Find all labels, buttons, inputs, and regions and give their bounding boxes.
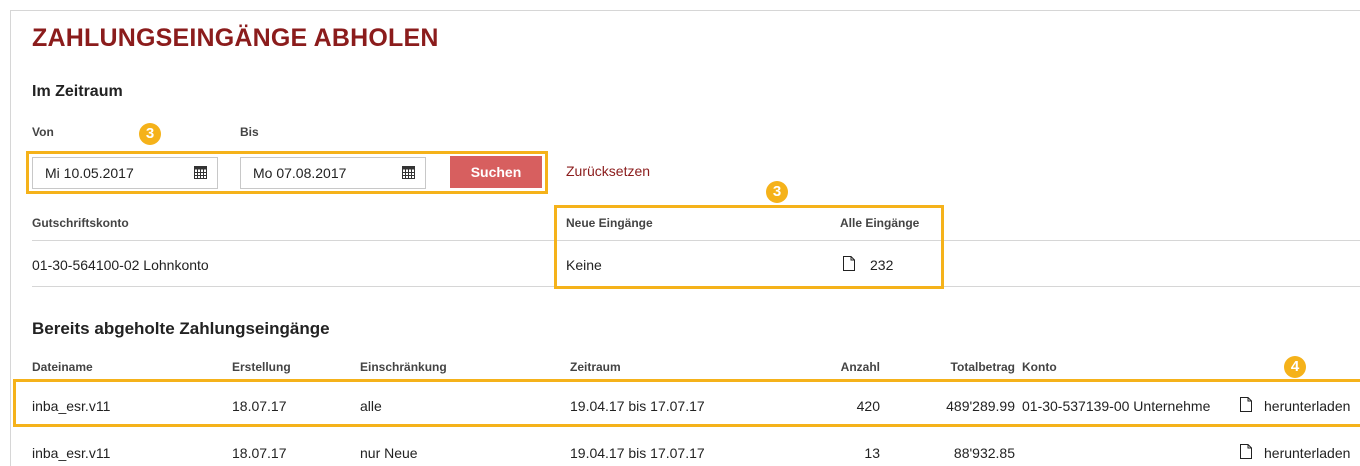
row-filename: inba_esr.v11 — [32, 445, 111, 461]
to-label: Bis — [240, 125, 259, 139]
header-filename: Dateiname — [32, 360, 93, 374]
header-created: Erstellung — [232, 360, 291, 374]
fetched-section-title: Bereits abgeholte Zahlungseingänge — [32, 319, 330, 338]
row-restriction: nur Neue — [360, 445, 418, 461]
left-divider — [10, 10, 11, 466]
header-account: Gutschriftskonto — [32, 216, 129, 230]
top-divider — [10, 10, 1360, 11]
row-period: 19.04.17 bis 17.07.17 — [570, 445, 705, 461]
row-created: 18.07.17 — [232, 445, 287, 461]
row-count: 13 — [864, 445, 880, 461]
header-period: Zeitraum — [570, 360, 621, 374]
page: ZAHLUNGSEINGÄNGE ABHOLEN Im Zeitraum Von… — [0, 0, 1360, 466]
search-button[interactable]: Suchen — [450, 156, 542, 188]
counts-highlight-frame — [554, 205, 944, 289]
from-label: Von — [32, 125, 54, 139]
annotation-badge-download: 4 — [1284, 356, 1306, 378]
section-title-period: Im Zeitraum — [32, 83, 123, 100]
reset-link[interactable]: Zurücksetzen — [566, 163, 650, 179]
account-name: 01-30-564100-02 Lohnkonto — [32, 257, 209, 273]
from-date-field[interactable]: Mi 10.05.2017 — [32, 157, 218, 189]
header-total: Totalbetrag — [950, 360, 1015, 374]
row-total: 88'932.85 — [953, 445, 1015, 461]
annotation-badge-filter: 3 — [139, 123, 161, 145]
header-count: Anzahl — [840, 360, 880, 374]
header-account: Konto — [1022, 360, 1057, 374]
to-date-value: Mo 07.08.2017 — [253, 165, 347, 181]
download-link[interactable]: herunterladen — [1264, 445, 1350, 461]
to-date-field[interactable]: Mo 07.08.2017 — [240, 157, 426, 189]
calendar-icon[interactable] — [402, 166, 415, 179]
header-restriction: Einschränkung — [360, 360, 447, 374]
calendar-icon[interactable] — [194, 166, 207, 179]
row-highlight-frame — [13, 379, 1360, 427]
annotation-badge-counts: 3 — [766, 181, 788, 203]
page-title: ZAHLUNGSEINGÄNGE ABHOLEN — [32, 24, 439, 52]
document-icon[interactable] — [1240, 444, 1252, 459]
from-date-value: Mi 10.05.2017 — [45, 165, 134, 181]
